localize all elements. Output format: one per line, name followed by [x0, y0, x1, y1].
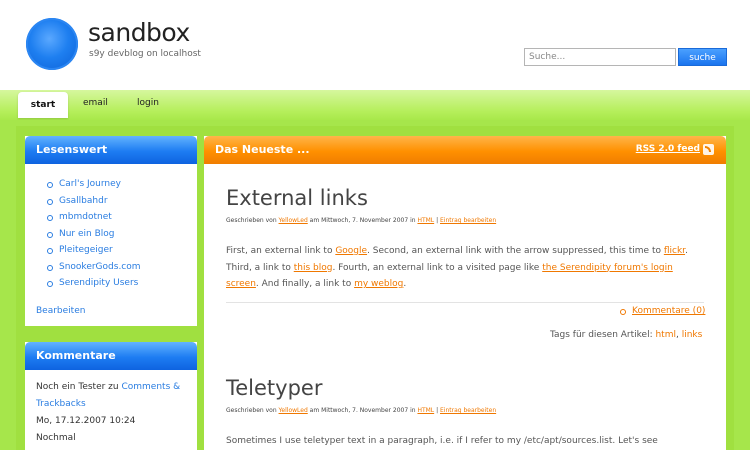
post-body: Sometimes I use teletyper text in a para… [226, 436, 658, 446]
rss-icon[interactable] [703, 144, 714, 155]
blogroll-link[interactable]: mbmdotnet [47, 209, 141, 226]
author-link[interactable]: YellowLed [279, 407, 308, 414]
comment-post-link-cont[interactable]: Trackbacks [36, 399, 86, 409]
meta-text: Geschrieben von [226, 407, 279, 414]
body-text: First, an external link to [226, 246, 336, 256]
main-content: Das Neueste ... RSS 2.0 feed External li… [204, 136, 726, 450]
google-link[interactable]: Google [335, 246, 367, 256]
blogroll-link[interactable]: Carl's Journey [47, 176, 141, 193]
sidebar-kommentare-title: Kommentare [25, 342, 197, 370]
tag-link[interactable]: html [655, 330, 676, 340]
post-title[interactable]: External links [226, 186, 368, 210]
comment-post-link[interactable]: Comments & [121, 382, 180, 392]
nav-bar: start email login [0, 90, 750, 120]
body-text: . [403, 279, 407, 289]
sidebar-lesenswert: Lesenswert Carl's Journey Gsallbahdr mbm… [25, 136, 197, 326]
nav-item-email[interactable]: email [83, 98, 108, 108]
post-meta: Geschrieben von YellowLed am Mittwoch, 7… [226, 217, 496, 224]
author-link[interactable]: YellowLed [279, 217, 308, 224]
body-text: . And finally, a link to [255, 279, 355, 289]
search-button[interactable]: suche [678, 48, 727, 66]
sidebar-lesenswert-title: Lesenswert [25, 136, 197, 164]
sidebar-kommentare: Kommentare Noch ein Tester zu Comments &… [25, 342, 197, 450]
main-header-bar: Das Neueste ... RSS 2.0 feed [204, 136, 726, 164]
edit-entry-link[interactable]: Eintrag bearbeiten [440, 217, 496, 224]
comment-author-text: Noch ein Tester zu [36, 382, 122, 392]
tags-label: Tags für diesen Artikel: [550, 330, 656, 340]
post-footer-divider [226, 302, 704, 303]
meta-text: Geschrieben von [226, 217, 279, 224]
comment-line: Noch ein Tester zu Comments & [36, 382, 180, 392]
edit-blogroll-link[interactable]: Bearbeiten [36, 306, 85, 316]
body-text: . Fourth, an external link to a visited … [332, 262, 543, 273]
blogroll-link[interactable]: Nur ein Blog [47, 226, 141, 243]
post-title[interactable]: Teletyper [226, 376, 322, 400]
site-header: sandbox s9y devblog on localhost Suche..… [0, 0, 750, 90]
rss-feed-link[interactable]: RSS 2.0 feed [636, 144, 700, 154]
weblog-link[interactable]: my weblog [354, 279, 403, 289]
logo-icon[interactable] [23, 15, 81, 73]
post-body: First, an external link to Google. Secon… [226, 243, 704, 293]
blogroll-link[interactable]: Gsallbahdr [47, 193, 141, 210]
flickr-link[interactable]: flickr [664, 246, 685, 256]
meta-text: am Mittwoch, 7. November 2007 in [307, 407, 418, 414]
comment-excerpt: Nochmal [36, 433, 76, 443]
site-title[interactable]: sandbox [88, 18, 190, 47]
category-link[interactable]: HTML [417, 217, 434, 224]
search-input[interactable]: Suche... [524, 48, 676, 66]
bullet-icon [620, 309, 626, 315]
tags-line: Tags für diesen Artikel: html, links [550, 330, 702, 340]
tag-link[interactable]: links [682, 330, 703, 340]
body-text: . Second, an external link with the arro… [367, 246, 664, 256]
blogroll-list: Carl's Journey Gsallbahdr mbmdotnet Nur … [47, 176, 141, 292]
post-meta: Geschrieben von YellowLed am Mittwoch, 7… [226, 407, 496, 414]
category-link[interactable]: HTML [417, 407, 434, 414]
this-blog-link[interactable]: this blog [294, 263, 333, 273]
edit-entry-link[interactable]: Eintrag bearbeiten [440, 407, 496, 414]
meta-text: am Mittwoch, 7. November 2007 in [307, 217, 418, 224]
comments-link[interactable]: Kommentare (0) [632, 306, 705, 316]
site-subtitle: s9y devblog on localhost [89, 49, 201, 59]
blogroll-link[interactable]: Pleitegeiger [47, 242, 141, 259]
blogroll-link[interactable]: Serendipity Users [47, 275, 141, 292]
blogroll-link[interactable]: SnookerGods.com [47, 259, 141, 276]
comment-date: Mo, 17.12.2007 10:24 [36, 416, 136, 426]
nav-item-login[interactable]: login [137, 98, 159, 108]
section-title: Das Neueste ... [215, 143, 310, 156]
nav-item-start[interactable]: start [18, 92, 68, 118]
